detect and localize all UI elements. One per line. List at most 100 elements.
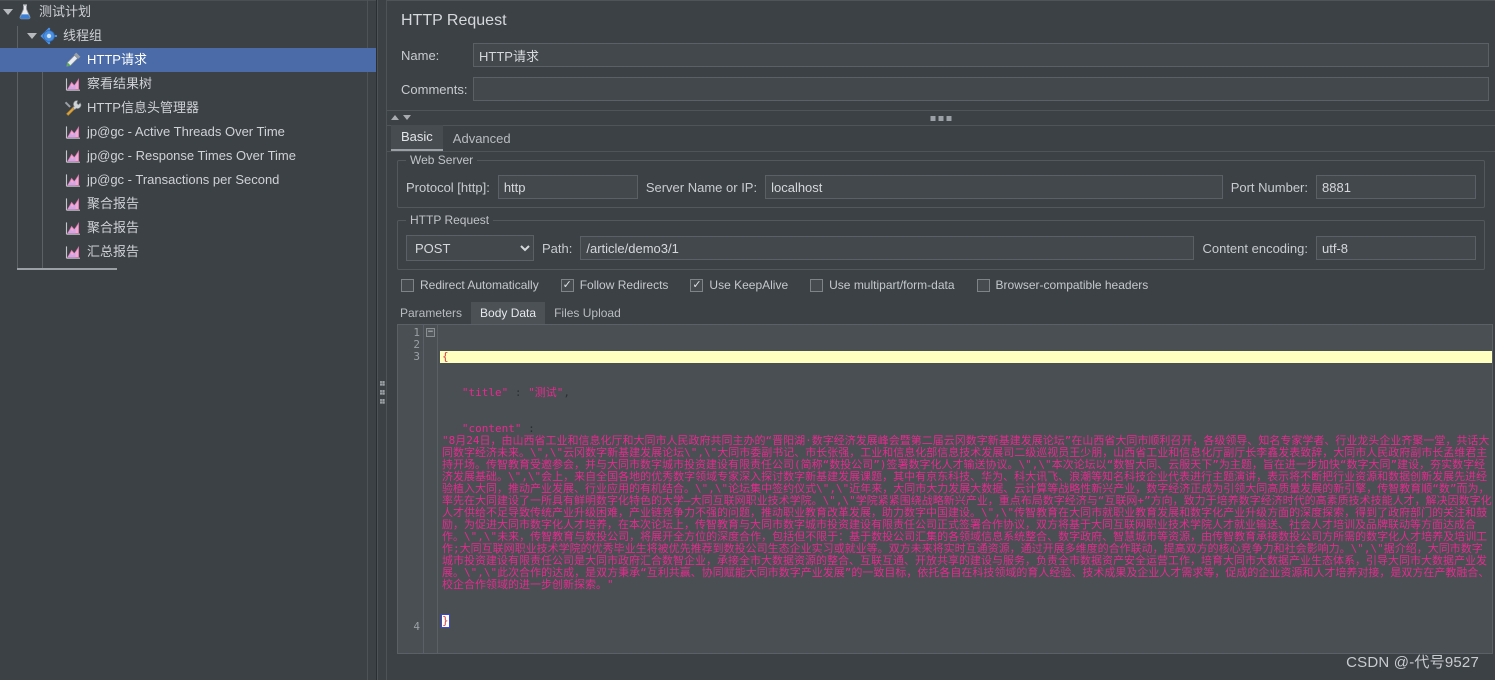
fold-toggle-icon[interactable]: − bbox=[426, 328, 435, 337]
path-input[interactable] bbox=[580, 236, 1195, 260]
tree-twisty-empty bbox=[48, 144, 64, 168]
chart-icon bbox=[64, 195, 82, 213]
json-comma-1: , bbox=[563, 386, 570, 399]
section-collapse-bar[interactable] bbox=[387, 110, 1495, 126]
checkmark-icon[interactable]: ✓ bbox=[690, 278, 704, 292]
tree-node-6[interactable]: jp@gc - Response Times Over Time bbox=[0, 144, 376, 168]
test-plan-tree[interactable]: 测试计划线程组 HTTP请求 察看结果树 HTTP信息头管理器 jp@gc - Acti… bbox=[0, 0, 377, 680]
checkbox-label: Redirect Automatically bbox=[420, 278, 539, 292]
tab-advanced[interactable]: Advanced bbox=[443, 127, 521, 151]
tree-node-0[interactable]: 测试计划 bbox=[0, 0, 376, 24]
editor-line-numbers: 1234 bbox=[398, 325, 424, 653]
name-label: Name: bbox=[401, 47, 440, 63]
checkbox-label: Browser-compatible headers bbox=[995, 278, 1149, 292]
editor-fold-column[interactable]: − bbox=[424, 325, 438, 653]
method-select[interactable]: GETPOSTPUTDELETEHEADOPTIONSPATCH bbox=[406, 235, 534, 261]
chevron-down-icon[interactable] bbox=[24, 24, 40, 48]
code-line-3: "content" : "8月24日，由山西省工业和信息化厅和大同市人民政府共同… bbox=[440, 423, 1492, 591]
json-value-content: "8月24日，由山西省工业和信息化厅和大同市人民政府共同主办的“晋阳湖·数字经济… bbox=[442, 434, 1492, 591]
checkmark-icon[interactable]: ✓ bbox=[560, 278, 574, 292]
tree-node-1[interactable]: 线程组 bbox=[0, 24, 376, 48]
tree-bottom-rule bbox=[17, 268, 117, 270]
chart-icon bbox=[64, 219, 82, 237]
protocol-input[interactable] bbox=[497, 175, 638, 199]
page-title: HTTP Request bbox=[401, 12, 507, 29]
checkbox-4[interactable]: Browser-compatible headers bbox=[976, 278, 1149, 292]
tree-node-label: 线程组 bbox=[63, 28, 103, 43]
tree-node-8[interactable]: 聚合报告 bbox=[0, 192, 376, 216]
collapse-arrows[interactable] bbox=[391, 115, 411, 120]
tree-twisty-empty bbox=[48, 120, 64, 144]
server-label: Server Name or IP: bbox=[645, 179, 758, 195]
json-value-title: "测试" bbox=[528, 386, 564, 399]
subtab-parameters[interactable]: Parameters bbox=[391, 302, 471, 324]
tree-node-7[interactable]: jp@gc - Transactions per Second bbox=[0, 168, 376, 192]
comments-input[interactable] bbox=[473, 77, 1489, 101]
http-request-group: HTTP Request GETPOSTPUTDELETEHEADOPTIONS… bbox=[397, 213, 1485, 270]
flask-icon bbox=[16, 3, 34, 21]
comments-label: Comments: bbox=[401, 81, 468, 97]
arrow-down-icon[interactable] bbox=[403, 115, 411, 120]
tree-node-10[interactable]: 汇总报告 bbox=[0, 240, 376, 264]
splitter-grip[interactable] bbox=[380, 381, 385, 410]
http-request-panel: HTTP Request Name: Comments: BasicAdvanc… bbox=[387, 0, 1495, 680]
chevron-down-icon[interactable] bbox=[0, 0, 16, 24]
server-input[interactable] bbox=[765, 175, 1223, 199]
body-tabstrip[interactable]: Parameters Body Data Files Upload bbox=[387, 300, 1495, 324]
name-row: Name: bbox=[387, 40, 1495, 70]
tree-twisty-empty bbox=[48, 216, 64, 240]
tree-node-5[interactable]: jp@gc - Active Threads Over Time bbox=[0, 120, 376, 144]
web-server-row: Protocol [http]: Server Name or IP: Port… bbox=[406, 175, 1476, 199]
tree-node-label: 测试计划 bbox=[39, 4, 92, 19]
chart-icon bbox=[64, 171, 82, 189]
json-closing-brace: } bbox=[441, 614, 450, 628]
tree-twisty-empty bbox=[48, 168, 64, 192]
tree-node-4[interactable]: HTTP信息头管理器 bbox=[0, 96, 376, 120]
name-input[interactable] bbox=[473, 43, 1489, 67]
path-label: Path: bbox=[542, 240, 573, 256]
chart-icon bbox=[64, 75, 82, 93]
body-data-editor[interactable]: 1234 − { "title" : "测试", "content" : "8月… bbox=[397, 324, 1493, 654]
panel-splitter[interactable] bbox=[377, 0, 387, 680]
gear-icon bbox=[40, 27, 58, 45]
main-tabstrip[interactable]: Basic Advanced bbox=[387, 125, 1495, 152]
arrow-up-icon[interactable] bbox=[391, 115, 399, 120]
editor-code-area[interactable]: { "title" : "测试", "content" : "8月24日，由山西… bbox=[438, 325, 1492, 653]
checkbox-1[interactable]: ✓ Follow Redirects bbox=[560, 278, 669, 292]
code-line-2: "title" : "测试", bbox=[440, 387, 1492, 399]
subtab-files-upload[interactable]: Files Upload bbox=[545, 302, 630, 324]
tools-icon bbox=[64, 99, 82, 117]
tree-twisty-empty bbox=[48, 192, 64, 216]
code-line-4: } bbox=[440, 614, 1492, 628]
tree-node-3[interactable]: 察看结果树 bbox=[0, 72, 376, 96]
tree-node-label: jp@gc - Response Times Over Time bbox=[87, 148, 296, 163]
tab-basic[interactable]: Basic bbox=[391, 125, 443, 151]
checkbox-3[interactable]: Use multipart/form-data bbox=[810, 278, 955, 292]
tree-twisty-empty bbox=[48, 72, 64, 96]
checkbox-0[interactable]: Redirect Automatically bbox=[401, 278, 539, 292]
checkbox-label: Use KeepAlive bbox=[709, 278, 789, 292]
watermark: CSDN @-代号9527 bbox=[1346, 654, 1479, 671]
json-sep-1: : bbox=[508, 386, 529, 399]
tree-node-2[interactable]: HTTP请求 bbox=[0, 48, 376, 72]
tree-twisty-empty bbox=[48, 48, 64, 72]
json-key-title: "title" bbox=[461, 386, 509, 399]
checkbox-empty-icon[interactable] bbox=[976, 278, 990, 292]
line-number: 3 bbox=[413, 350, 420, 363]
checkbox-empty-icon[interactable] bbox=[810, 278, 824, 292]
collapse-dots-icon[interactable] bbox=[930, 116, 952, 121]
content-encoding-input[interactable] bbox=[1316, 236, 1476, 260]
protocol-label: Protocol [http]: bbox=[406, 179, 490, 195]
checkbox-empty-icon[interactable] bbox=[401, 278, 414, 292]
request-options-row: Redirect Automatically ✓ Follow Redirects ✓… bbox=[387, 270, 1495, 298]
web-server-legend: Web Server bbox=[406, 153, 478, 167]
port-input[interactable] bbox=[1316, 175, 1476, 199]
checkbox-2[interactable]: ✓ Use KeepAlive bbox=[690, 278, 788, 292]
subtab-body-data[interactable]: Body Data bbox=[471, 302, 546, 324]
tree-node-label: 聚合报告 bbox=[87, 220, 140, 235]
checkbox-label: Follow Redirects bbox=[579, 278, 669, 292]
tree-twisty-empty bbox=[48, 240, 64, 264]
tree-node-9[interactable]: 聚合报告 bbox=[0, 216, 376, 240]
line-number: 4 bbox=[413, 620, 420, 633]
tree-twisty-empty bbox=[48, 96, 64, 120]
